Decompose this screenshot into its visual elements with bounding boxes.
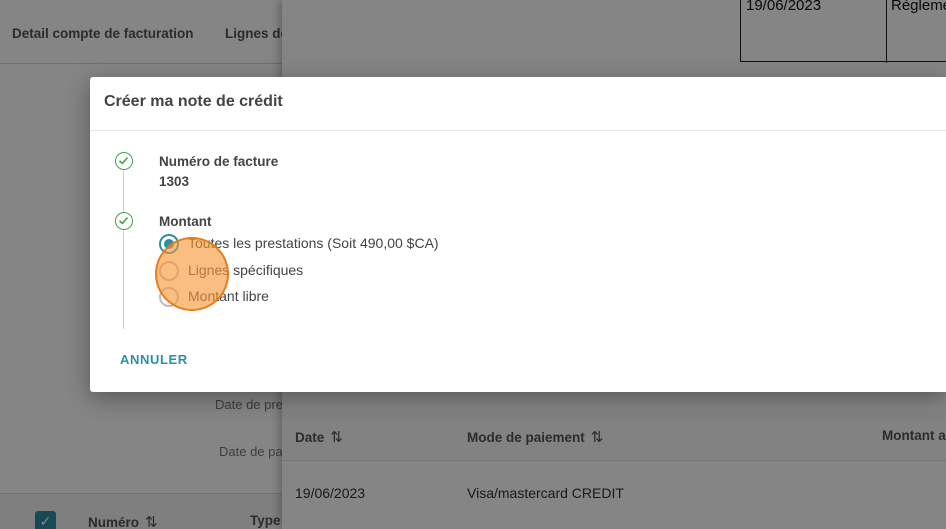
radio-specific-lines-label[interactable]: Lignes spécifiques [188,262,303,278]
cancel-button[interactable]: ANNULER [120,352,188,367]
check-circle-icon [115,152,133,170]
invoice-number-value: 1303 [159,174,190,189]
dialog-title: Créer ma note de crédit [104,93,283,110]
radio-free-amount-label[interactable]: Montant libre [188,288,269,304]
radio-button[interactable] [159,261,179,281]
check-circle-icon [115,212,133,230]
radio-button[interactable] [159,287,179,307]
step-amount-title: Montant [159,214,212,229]
dialog-header: Créer ma note de crédit [90,77,946,131]
radio-all-services-label[interactable]: Toutes les prestations (Soit 490,00 $CA) [188,235,439,251]
step-invoice-number-title: Numéro de facture [159,154,279,169]
stepper-line [123,169,124,329]
radio-button[interactable] [159,234,179,254]
create-credit-note-dialog: Créer ma note de crédit Numéro de factur… [90,77,946,392]
